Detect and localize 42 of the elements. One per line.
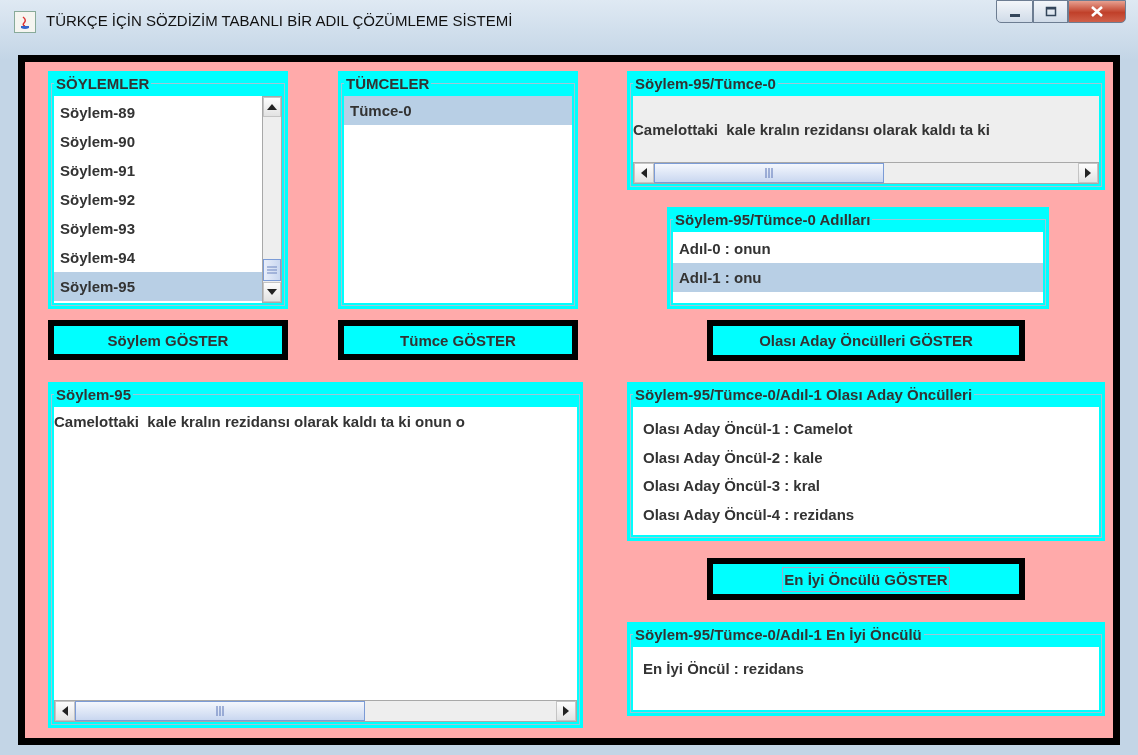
list-item[interactable]: Söylem-95: [54, 272, 262, 301]
window-title: TÜRKÇE İÇİN SÖZDİZİM TABANLI BİR ADIL ÇÖZÜMLEME SİSTEMİ: [46, 11, 513, 31]
list-item[interactable]: Adıl-0 : onun: [673, 234, 1043, 263]
list-item[interactable]: Tümce-0: [344, 96, 572, 125]
show-button[interactable]: En İyi Öncülü GÖSTER: [707, 558, 1025, 600]
close-button[interactable]: [1068, 0, 1126, 23]
show-button[interactable]: Tümce GÖSTER: [338, 320, 578, 360]
minimize-icon: [1009, 14, 1020, 17]
scroll-down-icon: [266, 288, 278, 296]
list-item[interactable]: Söylem-89: [54, 98, 262, 127]
result-text: Olası Aday Öncül-4 : rezidans: [643, 504, 856, 525]
vertical-scrollbar[interactable]: [262, 96, 282, 303]
sentence-text: Camelottaki kale kralın rezidansı olarak kaldı ta ki onun o: [54, 413, 465, 430]
horizontal-scrollbar[interactable]: [633, 162, 1099, 184]
show-button[interactable]: Söylem GÖSTER: [48, 320, 288, 360]
grip-icon: [216, 706, 224, 716]
group-title: Söylem-95/Tümce-0/Adıl-1 Olası Aday Öncülleri: [633, 385, 975, 404]
maximize-button[interactable]: [1033, 0, 1068, 23]
result-text: En İyi Öncül : rezidans: [643, 659, 805, 679]
group-title: Söylem-95/Tümce-0/Adıl-1 En İyi Öncülü: [633, 625, 924, 644]
scroll-right-icon: [562, 705, 570, 717]
scroll-left-icon: [61, 705, 69, 717]
list-item[interactable]: Söylem-93: [54, 214, 262, 243]
maximize-icon: [1044, 6, 1057, 17]
list-item[interactable]: Söylem-90: [54, 127, 262, 156]
list-item[interactable]: Adıl-1 : onu: [673, 263, 1043, 292]
list-item[interactable]: Söylem-91: [54, 156, 262, 185]
list-item[interactable]: Söylem-94: [54, 243, 262, 272]
list-item[interactable]: Söylem-92: [54, 185, 262, 214]
result-text: Olası Aday Öncül-2 : kale: [643, 447, 824, 468]
result-text: Olası Aday Öncül-3 : kral: [643, 476, 821, 496]
scroll-right-icon: [1084, 167, 1092, 179]
close-icon: [1090, 5, 1104, 18]
show-button[interactable]: Olası Aday Öncülleri GÖSTER: [707, 320, 1025, 361]
minimize-button[interactable]: [996, 0, 1033, 23]
sentence-text: Camelottaki kale kralın rezidansı olarak kaldı ta ki: [633, 120, 990, 138]
scroll-up-icon: [266, 103, 278, 111]
scroll-left-icon: [640, 167, 648, 179]
grip-icon: [765, 168, 773, 178]
grip-icon: [267, 266, 277, 274]
result-text: Olası Aday Öncül-1 : Camelot: [643, 419, 854, 439]
horizontal-scrollbar[interactable]: [54, 700, 577, 722]
